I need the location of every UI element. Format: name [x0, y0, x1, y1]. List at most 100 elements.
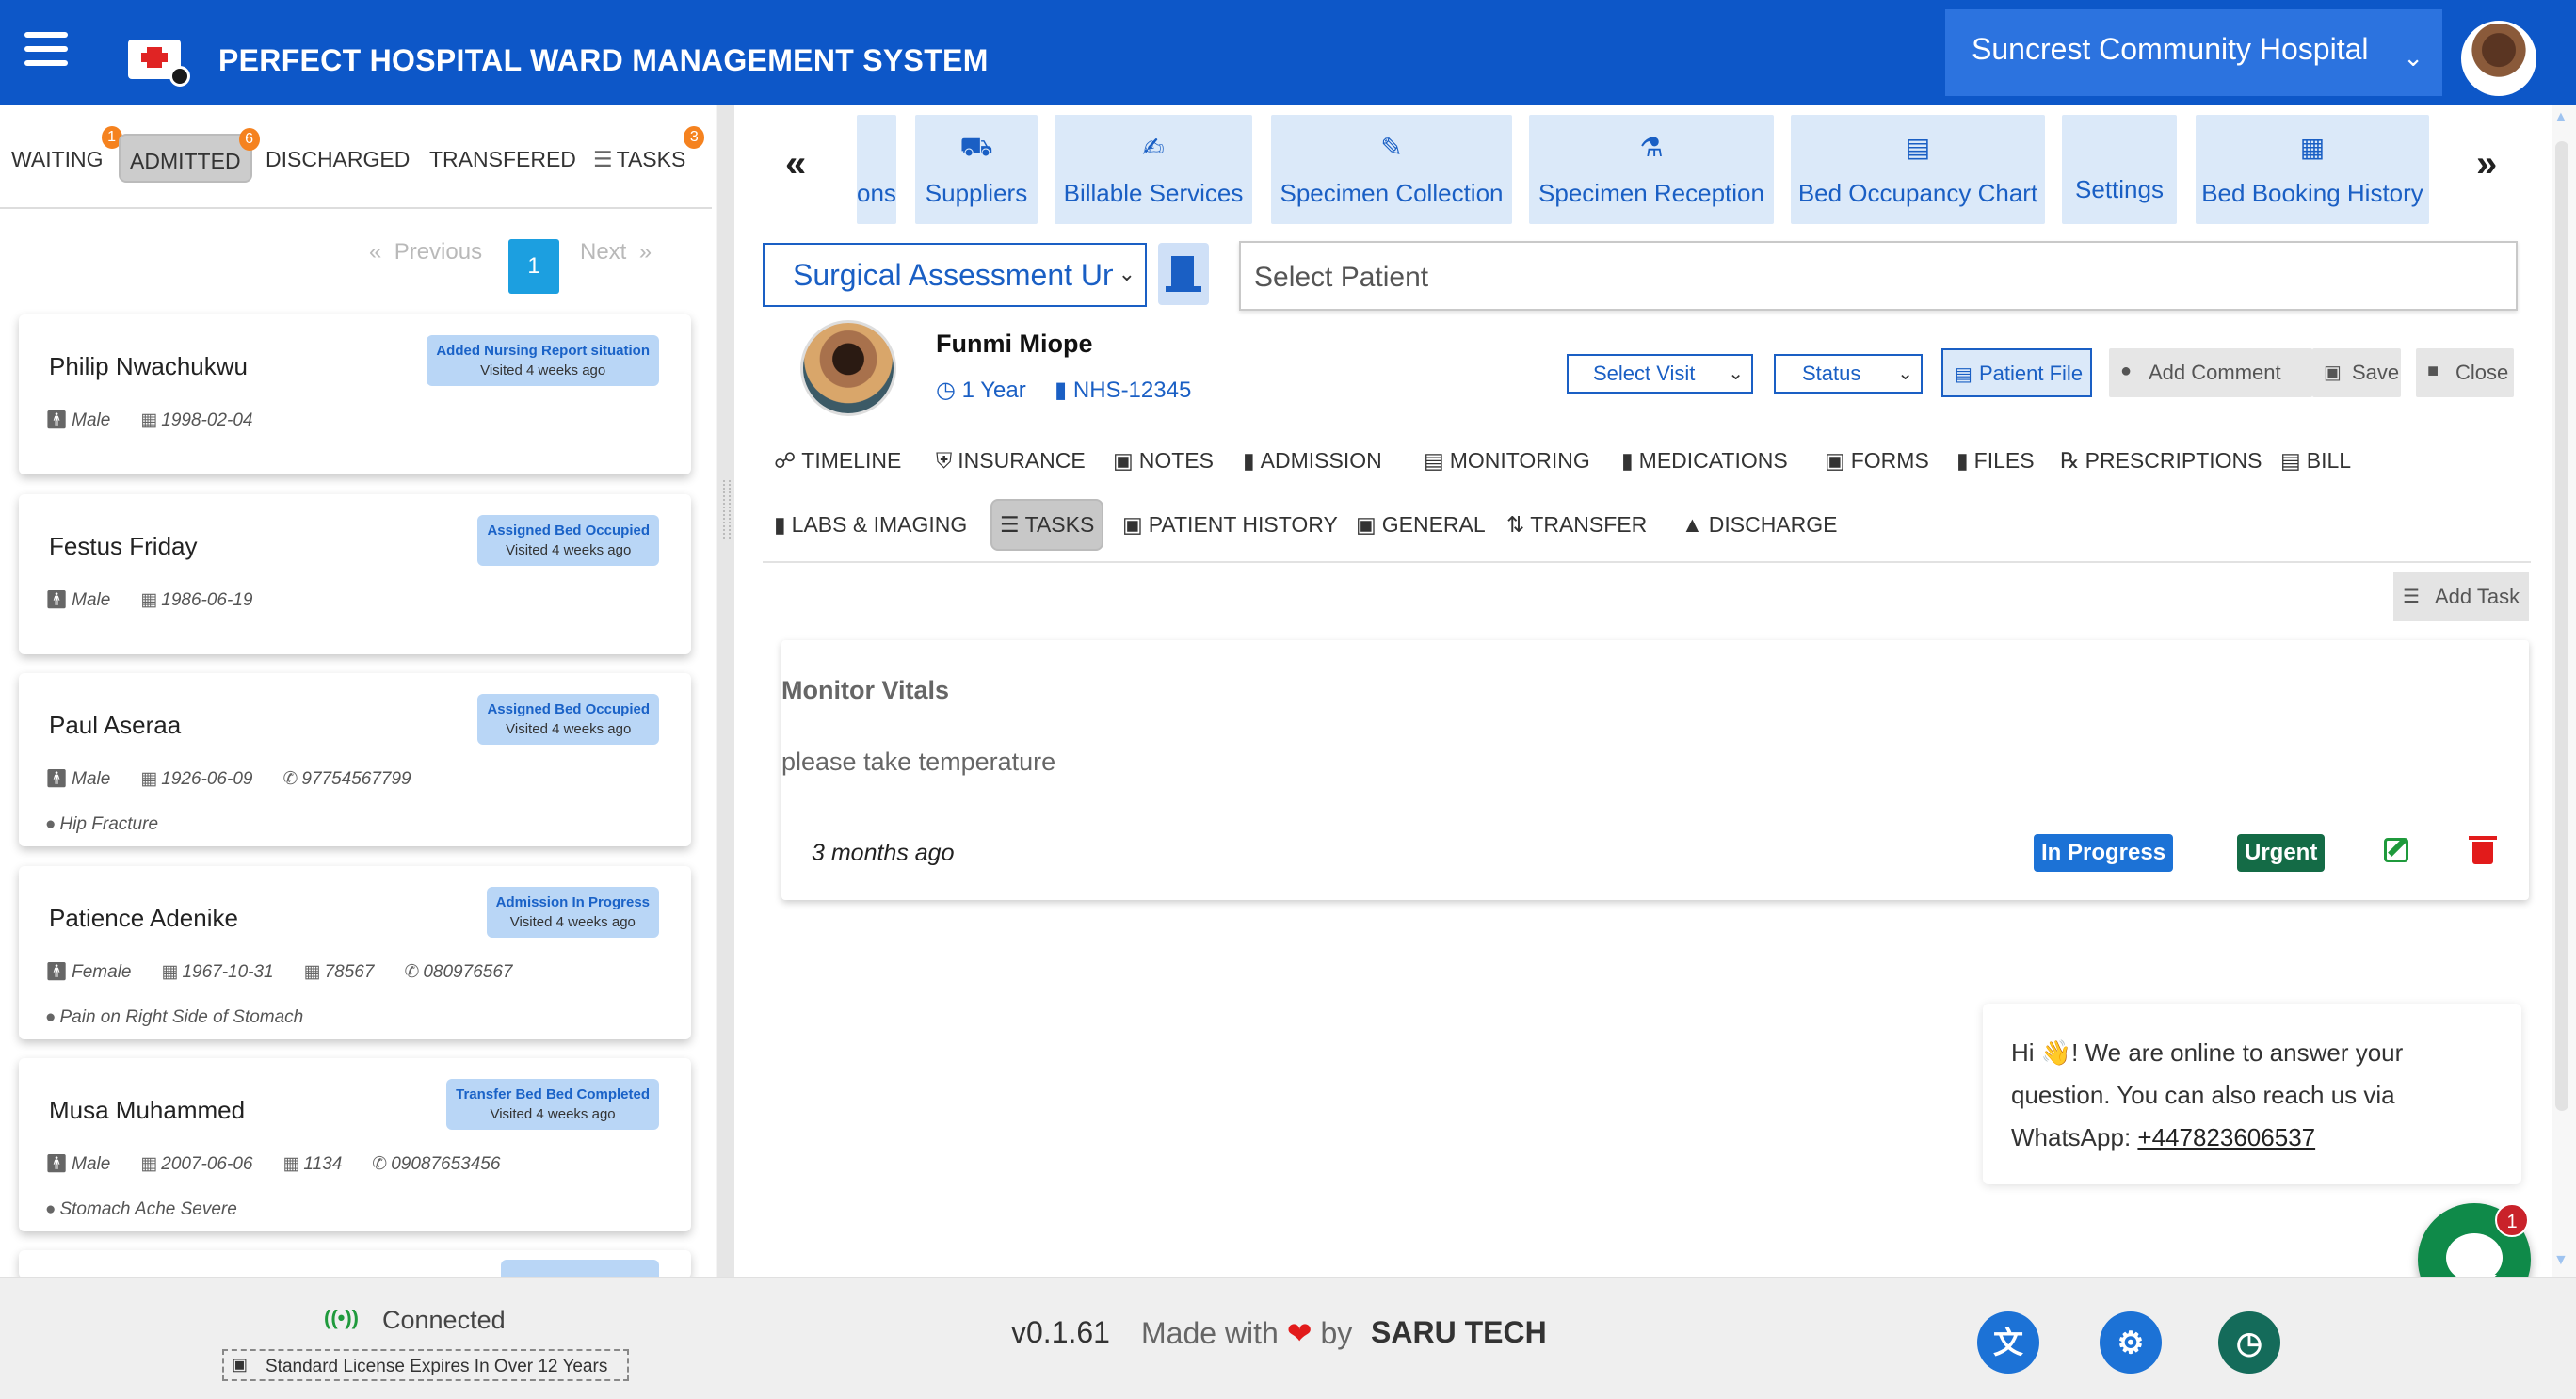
tab-patient-history[interactable]: ▣ PATIENT HISTORY	[1122, 512, 1338, 538]
tab-waiting[interactable]: WAITING 1	[2, 126, 122, 183]
add-comment-button[interactable]: ● Add Comment	[2109, 348, 2312, 397]
visit-select[interactable]: Select Visit ⌄	[1567, 354, 1753, 394]
ambulance-icon: ▲	[1682, 512, 1703, 537]
status-badge: Assigned Bed Occupied Visited 4 weeks ago	[477, 694, 659, 745]
tile-bed-booking-history[interactable]: ▦ Bed Booking History	[2196, 115, 2429, 224]
scroll-down-icon[interactable]: ▼	[2553, 1252, 2568, 1269]
tile-bed-occupancy-chart[interactable]: ▤ Bed Occupancy Chart	[1791, 115, 2045, 224]
patient-card[interactable]: Patience Adenike Admission In Progress Vi…	[19, 866, 691, 1039]
tab-tasks[interactable]: ☰ TASKS 3	[584, 126, 705, 183]
translate-icon[interactable]: 文	[1977, 1311, 2039, 1374]
tile-specimen-collection[interactable]: ✎︎ Specimen Collection	[1271, 115, 1512, 224]
close-button[interactable]: ■ Close	[2416, 348, 2514, 397]
save-button[interactable]: ▣ Save	[2312, 348, 2401, 397]
hospital-select[interactable]: Suncrest Community Hospital ⌄	[1945, 9, 2442, 96]
connection-status: Connected	[382, 1306, 506, 1334]
tab-label: TASKS	[1024, 512, 1095, 537]
hand-icon: ✍︎	[1142, 133, 1165, 162]
tab-label: LABS & IMAGING	[791, 512, 968, 537]
patient-meta: 🚹︎ Male ▦ 1926-06-09 ✆ 97754567799	[45, 767, 442, 790]
tile-suppliers[interactable]: ⛟︎ Suppliers	[915, 115, 1038, 224]
patient-condition: ● Hip Fracture	[45, 814, 158, 835]
footer: ((•)) Connected ▣ Standard License Expire…	[0, 1277, 2576, 1399]
tab-bill[interactable]: ▤ BILL	[2280, 448, 2351, 474]
tile-billable-services[interactable]: ✍︎ Billable Services	[1055, 115, 1252, 224]
patient-card[interactable]: Philip Nwachukwu Added Nursing Report si…	[19, 314, 691, 474]
notes-icon: ▣	[1113, 448, 1134, 473]
task-status-badge[interactable]: In Progress	[2034, 834, 2174, 872]
gender: Male	[72, 1154, 111, 1174]
tab-transfered[interactable]: TRANSFERED	[420, 134, 586, 183]
tab-admitted[interactable]: ADMITTED 6	[119, 128, 260, 183]
tab-label: TASKS	[616, 147, 686, 171]
tile-label: Suppliers	[925, 179, 1028, 207]
edit-icon[interactable]	[2384, 838, 2408, 862]
settings-icon[interactable]: ⚙	[2100, 1311, 2162, 1374]
chevron-down-icon: ⌄	[1112, 262, 1135, 286]
patient-search-input[interactable]: Select Patient	[1239, 241, 2518, 311]
whatsapp-link[interactable]: +447823606537	[2137, 1123, 2315, 1151]
tab-prescriptions[interactable]: ℞ PRESCRIPTIONS	[2060, 448, 2262, 474]
syringe-icon: ✎︎	[1380, 133, 1403, 162]
patient-card[interactable]	[19, 1250, 691, 1278]
signal-icon: ((•))	[324, 1306, 360, 1329]
add-task-button[interactable]: ☰ Add Task	[2393, 572, 2529, 621]
patient-card[interactable]: Paul Aseraa Assigned Bed Occupied Visited…	[19, 673, 691, 846]
gender: Male	[72, 769, 111, 789]
tab-insurance[interactable]: ⛨ INSURANCE	[936, 448, 1086, 474]
panel-resizer[interactable]	[717, 105, 734, 1277]
hamburger-icon[interactable]	[24, 32, 68, 72]
tab-discharge[interactable]: ▲ DISCHARGE	[1682, 512, 1838, 538]
tab-labs-imaging[interactable]: ▮ LABS & IMAGING	[774, 512, 967, 538]
pager-previous[interactable]: « Previous	[369, 239, 482, 265]
brand-name: SARU TECH	[1371, 1315, 1547, 1349]
patient-file-button[interactable]: ▤ Patient File	[1941, 348, 2092, 397]
condition-text: Pain on Right Side of Stomach	[59, 1007, 304, 1027]
patient-name: Funmi Miope	[936, 330, 1093, 358]
tab-label: ADMITTED	[130, 149, 241, 173]
tile-specimen-reception[interactable]: ⚗︎ Specimen Reception	[1529, 115, 1774, 224]
scroll-left-button[interactable]: «	[785, 143, 806, 185]
alarm-icon[interactable]: ◷	[2218, 1311, 2280, 1374]
scrollbar-thumb[interactable]	[2555, 141, 2568, 1111]
cart-icon: ▤	[2280, 448, 2301, 473]
grip-handle-icon[interactable]	[723, 480, 731, 539]
save-icon: ▣	[2324, 362, 2342, 383]
tab-timeline[interactable]: ☍ TIMELINE	[774, 448, 901, 474]
tile-settings[interactable]: Settings	[2062, 115, 2177, 224]
patient-card[interactable]: Musa Muhammed Transfer Bed Bed Completed…	[19, 1058, 691, 1231]
trash-icon[interactable]	[2469, 836, 2497, 864]
tab-label: MEDICATIONS	[1638, 448, 1788, 473]
gender: Male	[72, 590, 111, 610]
visited-text: Visited 4 weeks ago	[480, 362, 606, 378]
visited-text: Visited 4 weeks ago	[506, 542, 632, 558]
tab-notes[interactable]: ▣ NOTES	[1113, 448, 1214, 474]
pager-page-1[interactable]: 1	[508, 239, 559, 294]
patient-meta: 🚹︎ Female ▦ 1967-10-31 ▦ 78567 ✆ 080976567	[45, 960, 542, 983]
user-avatar[interactable]	[2461, 21, 2536, 96]
tab-forms[interactable]: ▣ FORMS	[1825, 448, 1929, 474]
hospital-name: Suncrest Community Hospital	[1972, 32, 2369, 66]
tab-monitoring[interactable]: ▤ MONITORING	[1424, 448, 1590, 474]
visit-value: Select Visit	[1593, 362, 1696, 385]
tile-partial[interactable]: ons	[857, 115, 896, 224]
chevron-down-icon: ⌄	[2403, 43, 2423, 72]
status-select[interactable]: Status ⌄	[1774, 354, 1923, 394]
tab-discharged[interactable]: DISCHARGED	[256, 134, 419, 183]
tab-general[interactable]: ▣ GENERAL	[1356, 512, 1486, 538]
tab-admission[interactable]: ▮ ADMISSION	[1243, 448, 1382, 474]
task-priority-badge[interactable]: Urgent	[2237, 834, 2326, 872]
patient-card[interactable]: Festus Friday Assigned Bed Occupied Visit…	[19, 494, 691, 654]
tab-label: MONITORING	[1449, 448, 1590, 473]
tab-files[interactable]: ▮ FILES	[1956, 448, 2035, 474]
tab-medications[interactable]: ▮ MEDICATIONS	[1621, 448, 1788, 474]
ward-select[interactable]: Surgical Assessment Unit ⌄	[763, 243, 1147, 307]
scroll-right-button[interactable]: »	[2476, 143, 2497, 185]
tab-label: TRANSFER	[1530, 512, 1648, 537]
tab-transfer[interactable]: ⇅ TRANSFER	[1506, 512, 1647, 538]
phone-icon: ✆	[282, 769, 298, 789]
door-icon[interactable]	[1158, 243, 1209, 305]
scroll-up-icon[interactable]: ▲	[2553, 109, 2568, 126]
tab-tasks[interactable]: ☰ TASKS	[990, 499, 1104, 551]
pager-next[interactable]: Next »	[580, 239, 652, 265]
